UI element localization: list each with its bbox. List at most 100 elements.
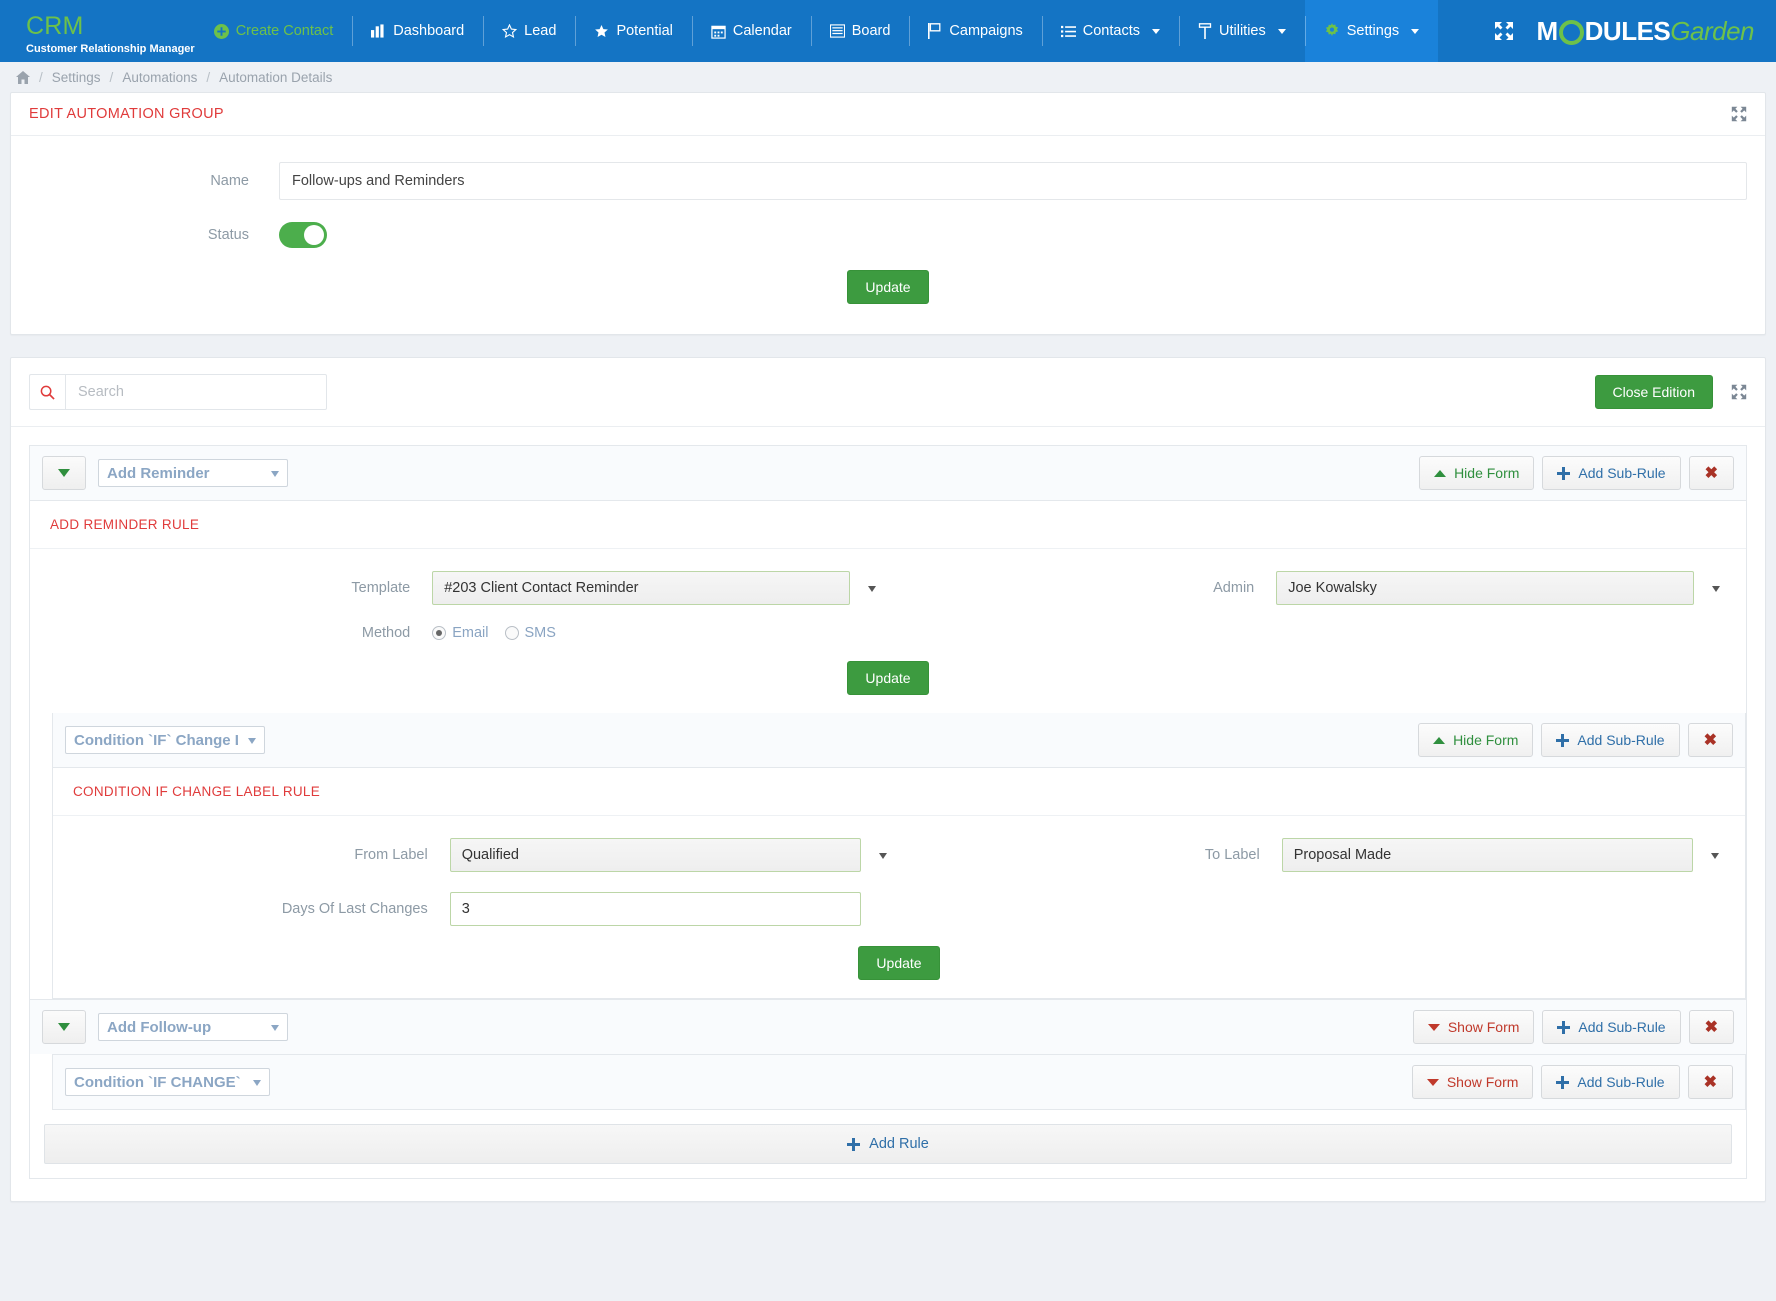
home-icon[interactable] <box>16 71 30 84</box>
rule-type-select[interactable]: Add Follow-up <box>98 1013 288 1041</box>
admin-select[interactable]: Joe Kowalsky <box>1276 571 1694 605</box>
triangle-down-icon <box>1428 1024 1440 1031</box>
template-label: Template <box>44 580 432 596</box>
nav-item-create-contact[interactable]: Create Contact <box>195 0 353 62</box>
method-controls: Email SMS <box>432 625 888 641</box>
delete-rule-button[interactable]: ✖ <box>1688 723 1733 757</box>
gear-icon <box>1324 23 1340 39</box>
nav-item-settings[interactable]: Settings <box>1305 0 1438 62</box>
name-label: Name <box>29 173 279 189</box>
expand-arrows-icon[interactable] <box>1731 384 1747 400</box>
name-row: Name <box>29 162 1747 200</box>
show-form-button[interactable]: Show Form <box>1412 1065 1534 1099</box>
sub-rule-type-select-wrap: Condition `IF CHANGE` To Field <box>65 1068 270 1096</box>
rule-type-select[interactable]: Add Reminder <box>98 459 288 487</box>
sub-rule-type-select[interactable]: Condition `IF CHANGE` To Field <box>65 1068 270 1096</box>
add-sub-rule-button[interactable]: Add Sub-Rule <box>1541 723 1679 757</box>
add-sub-rule-button[interactable]: Add Sub-Rule <box>1542 456 1680 490</box>
method-radio-sms[interactable]: SMS <box>505 625 556 641</box>
admin-field: Admin Joe Kowalsky <box>888 571 1732 605</box>
search-bar: Close Edition <box>11 358 1765 427</box>
sub-rule-block-condition-if-change-label: Condition `IF` Change Label Hide Form Ad… <box>52 713 1746 999</box>
breadcrumb-item-settings[interactable]: Settings <box>52 70 101 85</box>
nav-item-contacts[interactable]: Contacts <box>1042 0 1179 62</box>
triangle-up-icon <box>1433 737 1445 744</box>
admin-label: Admin <box>888 580 1276 596</box>
hide-form-button[interactable]: Hide Form <box>1418 723 1533 757</box>
template-select[interactable]: #203 Client Contact Reminder <box>432 571 850 605</box>
expand-arrows-icon[interactable] <box>1731 106 1747 122</box>
from-label-select[interactable]: Qualified <box>450 838 861 872</box>
sub-rule-block-condition-if-change-to-field: Condition `IF CHANGE` To Field Show Form… <box>52 1054 1746 1110</box>
logo-m: M <box>1536 16 1557 47</box>
spacer <box>30 1164 1746 1178</box>
nav-item-board[interactable]: Board <box>811 0 910 62</box>
hide-form-button[interactable]: Hide Form <box>1419 456 1534 490</box>
rule-block-add-reminder: Add Reminder Hide Form Add Sub-Rule ✖ <box>29 445 1747 1000</box>
to-label-field: To Label Proposal Made <box>899 838 1731 872</box>
collapse-rule-button[interactable] <box>42 456 86 490</box>
show-form-label: Show Form <box>1448 1019 1520 1035</box>
name-input[interactable] <box>279 162 1747 200</box>
labels-row: From Label Qualified To Label <box>67 838 1731 872</box>
method-radio-email[interactable]: Email <box>432 625 488 641</box>
add-sub-rule-button[interactable]: Add Sub-Rule <box>1541 1065 1679 1099</box>
sub-rule-type-select-wrap: Condition `IF` Change Label <box>65 726 265 754</box>
add-rule-label: Add Rule <box>869 1136 929 1152</box>
close-x-icon: ✖ <box>1705 1017 1718 1037</box>
show-form-button[interactable]: Show Form <box>1413 1010 1535 1044</box>
rule-type-select-wrap: Add Reminder <box>98 459 288 487</box>
nav-label: Board <box>852 23 891 39</box>
sub-rules-container: Condition `IF CHANGE` To Field Show Form… <box>30 1054 1746 1110</box>
breadcrumb-item-automation-details[interactable]: Automation Details <box>219 70 332 85</box>
nav-label: Contacts <box>1083 23 1140 39</box>
add-rule-button[interactable]: Add Rule <box>44 1124 1732 1164</box>
nav-item-potential[interactable]: Potential <box>575 0 691 62</box>
brand-logo[interactable]: CRM Customer Relationship Manager <box>0 0 195 62</box>
nav-item-calendar[interactable]: Calendar <box>692 0 811 62</box>
top-navigation-bar: CRM Customer Relationship Manager Create… <box>0 0 1776 62</box>
breadcrumb: / Settings / Automations / Automation De… <box>0 62 1776 92</box>
to-label-select[interactable]: Proposal Made <box>1282 838 1693 872</box>
close-edition-button[interactable]: Close Edition <box>1595 375 1714 409</box>
nav-right-group: M DULES Garden <box>1494 0 1776 62</box>
status-toggle[interactable] <box>279 222 327 248</box>
condition-if-change-label-form: Condition If Change Label Rule From Labe… <box>53 768 1745 998</box>
plus-icon <box>847 1138 860 1151</box>
rule1-update-row: Update <box>44 661 1732 695</box>
nav-label: Settings <box>1347 23 1399 39</box>
nav-item-lead[interactable]: Lead <box>483 0 575 62</box>
expand-arrows-icon[interactable] <box>1494 21 1514 41</box>
days-field: Days Of Last Changes <box>67 892 899 926</box>
status-row: Status <box>29 222 1747 248</box>
update-reminder-rule-button[interactable]: Update <box>847 661 928 695</box>
nav-label: Potential <box>616 23 672 39</box>
nav-label: Utilities <box>1219 23 1266 39</box>
update-row: Update <box>29 270 1747 304</box>
add-sub-rule-label: Add Sub-Rule <box>1577 1074 1664 1090</box>
update-group-button[interactable]: Update <box>847 270 928 304</box>
sub-rule-form-title: Condition If Change Label Rule <box>53 768 1745 816</box>
rule-header: Add Reminder Hide Form Add Sub-Rule ✖ <box>30 446 1746 501</box>
board-icon <box>830 24 845 38</box>
collapse-rule-button[interactable] <box>42 1010 86 1044</box>
delete-rule-button[interactable]: ✖ <box>1689 1010 1734 1044</box>
delete-rule-button[interactable]: ✖ <box>1688 1065 1733 1099</box>
update-condition-rule-button[interactable]: Update <box>858 946 939 980</box>
method-option-label: SMS <box>525 625 556 641</box>
delete-rule-button[interactable]: ✖ <box>1689 456 1734 490</box>
breadcrumb-item-automations[interactable]: Automations <box>122 70 197 85</box>
sub-rule-update-row: Update <box>67 946 1731 980</box>
automation-rules-panel: Close Edition Add Reminder <box>10 357 1766 1202</box>
method-row: Method Email SMS <box>44 625 1732 641</box>
search-input[interactable] <box>65 374 327 410</box>
days-of-last-changes-input[interactable] <box>450 892 861 926</box>
nav-item-campaigns[interactable]: Campaigns <box>909 0 1041 62</box>
nav-item-dashboard[interactable]: Dashboard <box>352 0 483 62</box>
plus-icon <box>1556 734 1569 747</box>
edit-automation-group-panel: Edit Automation Group Name Status Update <box>10 92 1766 335</box>
add-sub-rule-button[interactable]: Add Sub-Rule <box>1542 1010 1680 1044</box>
sub-rule-type-select[interactable]: Condition `IF` Change Label <box>65 726 265 754</box>
nav-label: Dashboard <box>393 23 464 39</box>
nav-item-utilities[interactable]: Utilities <box>1179 0 1305 62</box>
